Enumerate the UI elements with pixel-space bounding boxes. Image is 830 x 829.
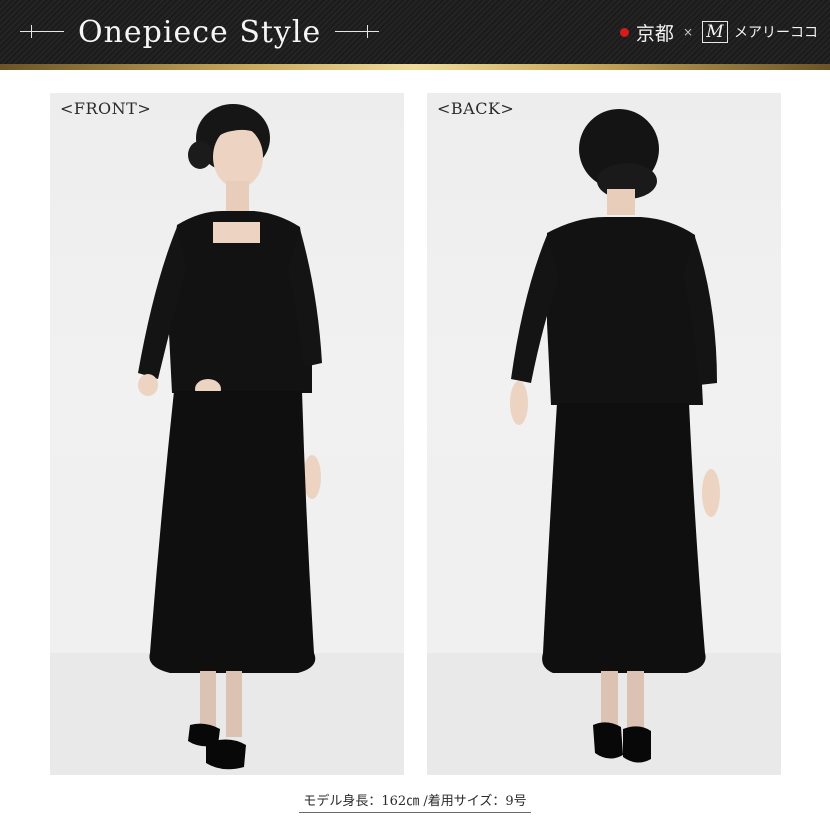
brand-name-text: メアリーココ (734, 25, 818, 41)
back-photo: <BACK> (427, 93, 781, 775)
brand-logo: 京都 × M メアリーココ (619, 18, 818, 46)
title-ornament-right-icon (335, 24, 380, 40)
model-size-caption: モデル身長：162㎝ /着用サイズ：9号 (0, 790, 830, 813)
front-photo: <FRONT> (50, 93, 404, 775)
brand-times-symbol: × (682, 25, 693, 39)
brand-kyoto-text: 京都 (635, 22, 674, 45)
front-label: <FRONT> (60, 99, 152, 118)
header-banner: Onepiece Style 京都 × M メアリーココ (0, 0, 830, 64)
back-label: <BACK> (437, 99, 515, 118)
title-ornament-left-icon (20, 24, 64, 40)
front-model-illustration (50, 104, 404, 775)
page-title: Onepiece Style (78, 14, 322, 50)
title-group: Onepiece Style (20, 12, 380, 52)
brand-m-logo-icon: M (702, 21, 728, 43)
back-model-illustration (427, 109, 781, 775)
red-dot-icon (619, 27, 629, 37)
gold-divider (0, 64, 830, 70)
caption-text: モデル身長：162㎝ /着用サイズ：9号 (299, 794, 531, 813)
